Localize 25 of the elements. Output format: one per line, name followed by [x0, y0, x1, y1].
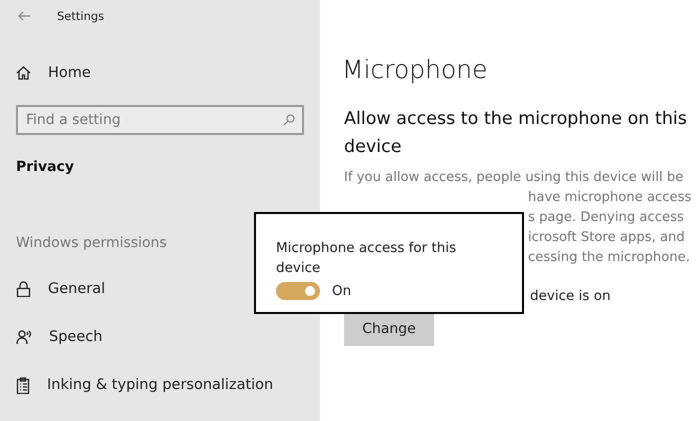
page-title: Microphone — [342, 55, 489, 84]
nav-item[interactable]: Speech — [16, 326, 304, 348]
lock-icon — [16, 281, 31, 297]
person-speaking-icon — [16, 329, 32, 345]
nav-item[interactable]: Inking & typing personalization — [16, 374, 304, 396]
back-arrow-icon[interactable] — [18, 11, 31, 21]
description-text: icrosoft Store apps, and — [528, 229, 685, 247]
section-heading: Allow access to the microphone on this device — [343, 108, 688, 159]
description-text: If you allow access, people using this device will be — [344, 169, 684, 187]
section-title: Privacy — [16, 159, 75, 175]
search-icon — [283, 114, 295, 126]
search-field[interactable]: Find a setting — [16, 105, 304, 135]
toggle-label: On — [332, 283, 352, 299]
toggle-switch[interactable] — [276, 282, 320, 300]
home-nav-item[interactable]: Home — [16, 62, 304, 84]
home-icon — [16, 66, 31, 80]
nav-item[interactable]: General — [16, 278, 304, 300]
clipboard-icon — [16, 376, 30, 394]
description-text: s page. Denying access — [528, 209, 684, 227]
window-title: Settings — [57, 9, 104, 23]
description-text: have microphone access — [528, 189, 692, 207]
change-button[interactable]: Change — [344, 312, 434, 346]
status-text: device is on — [530, 288, 611, 304]
description-text: cessing the microphone. — [528, 249, 690, 267]
popup-title: Microphone access for this device — [276, 239, 458, 278]
